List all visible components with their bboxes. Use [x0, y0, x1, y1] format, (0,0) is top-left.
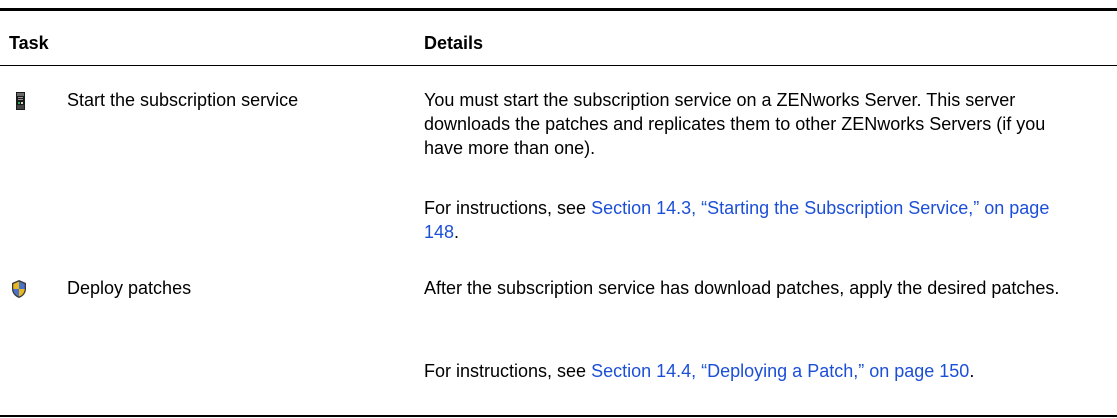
task-deploy-patches: Deploy patches [67, 278, 192, 298]
instructions-suffix: . [969, 361, 975, 381]
table-bottom-rule [0, 415, 1117, 417]
table-header-rule [0, 65, 1117, 66]
header-details: Details [424, 33, 484, 53]
link-section-14-4[interactable]: Section 14.4, “Deploying a Patch,” on pa… [591, 361, 969, 381]
shield-icon [10, 279, 26, 299]
instructions-prefix: For instructions, see [424, 361, 592, 381]
table-top-rule [0, 8, 1117, 11]
instructions-suffix: . [454, 222, 460, 242]
details-deploy-patches: After the subscription service has downl… [424, 278, 1060, 298]
header-task: Task [9, 33, 49, 53]
instructions-prefix: For instructions, see [424, 198, 592, 218]
server-tower-icon [12, 91, 28, 111]
details-start-subscription: You must start the subscription service … [424, 90, 1046, 158]
instructions-deploy-patches: For instructions, see Section 14.4, “Dep… [424, 359, 1084, 383]
task-start-subscription: Start the subscription service [67, 90, 299, 110]
instructions-start-subscription: For instructions, see Section 14.3, “Sta… [424, 196, 1084, 244]
